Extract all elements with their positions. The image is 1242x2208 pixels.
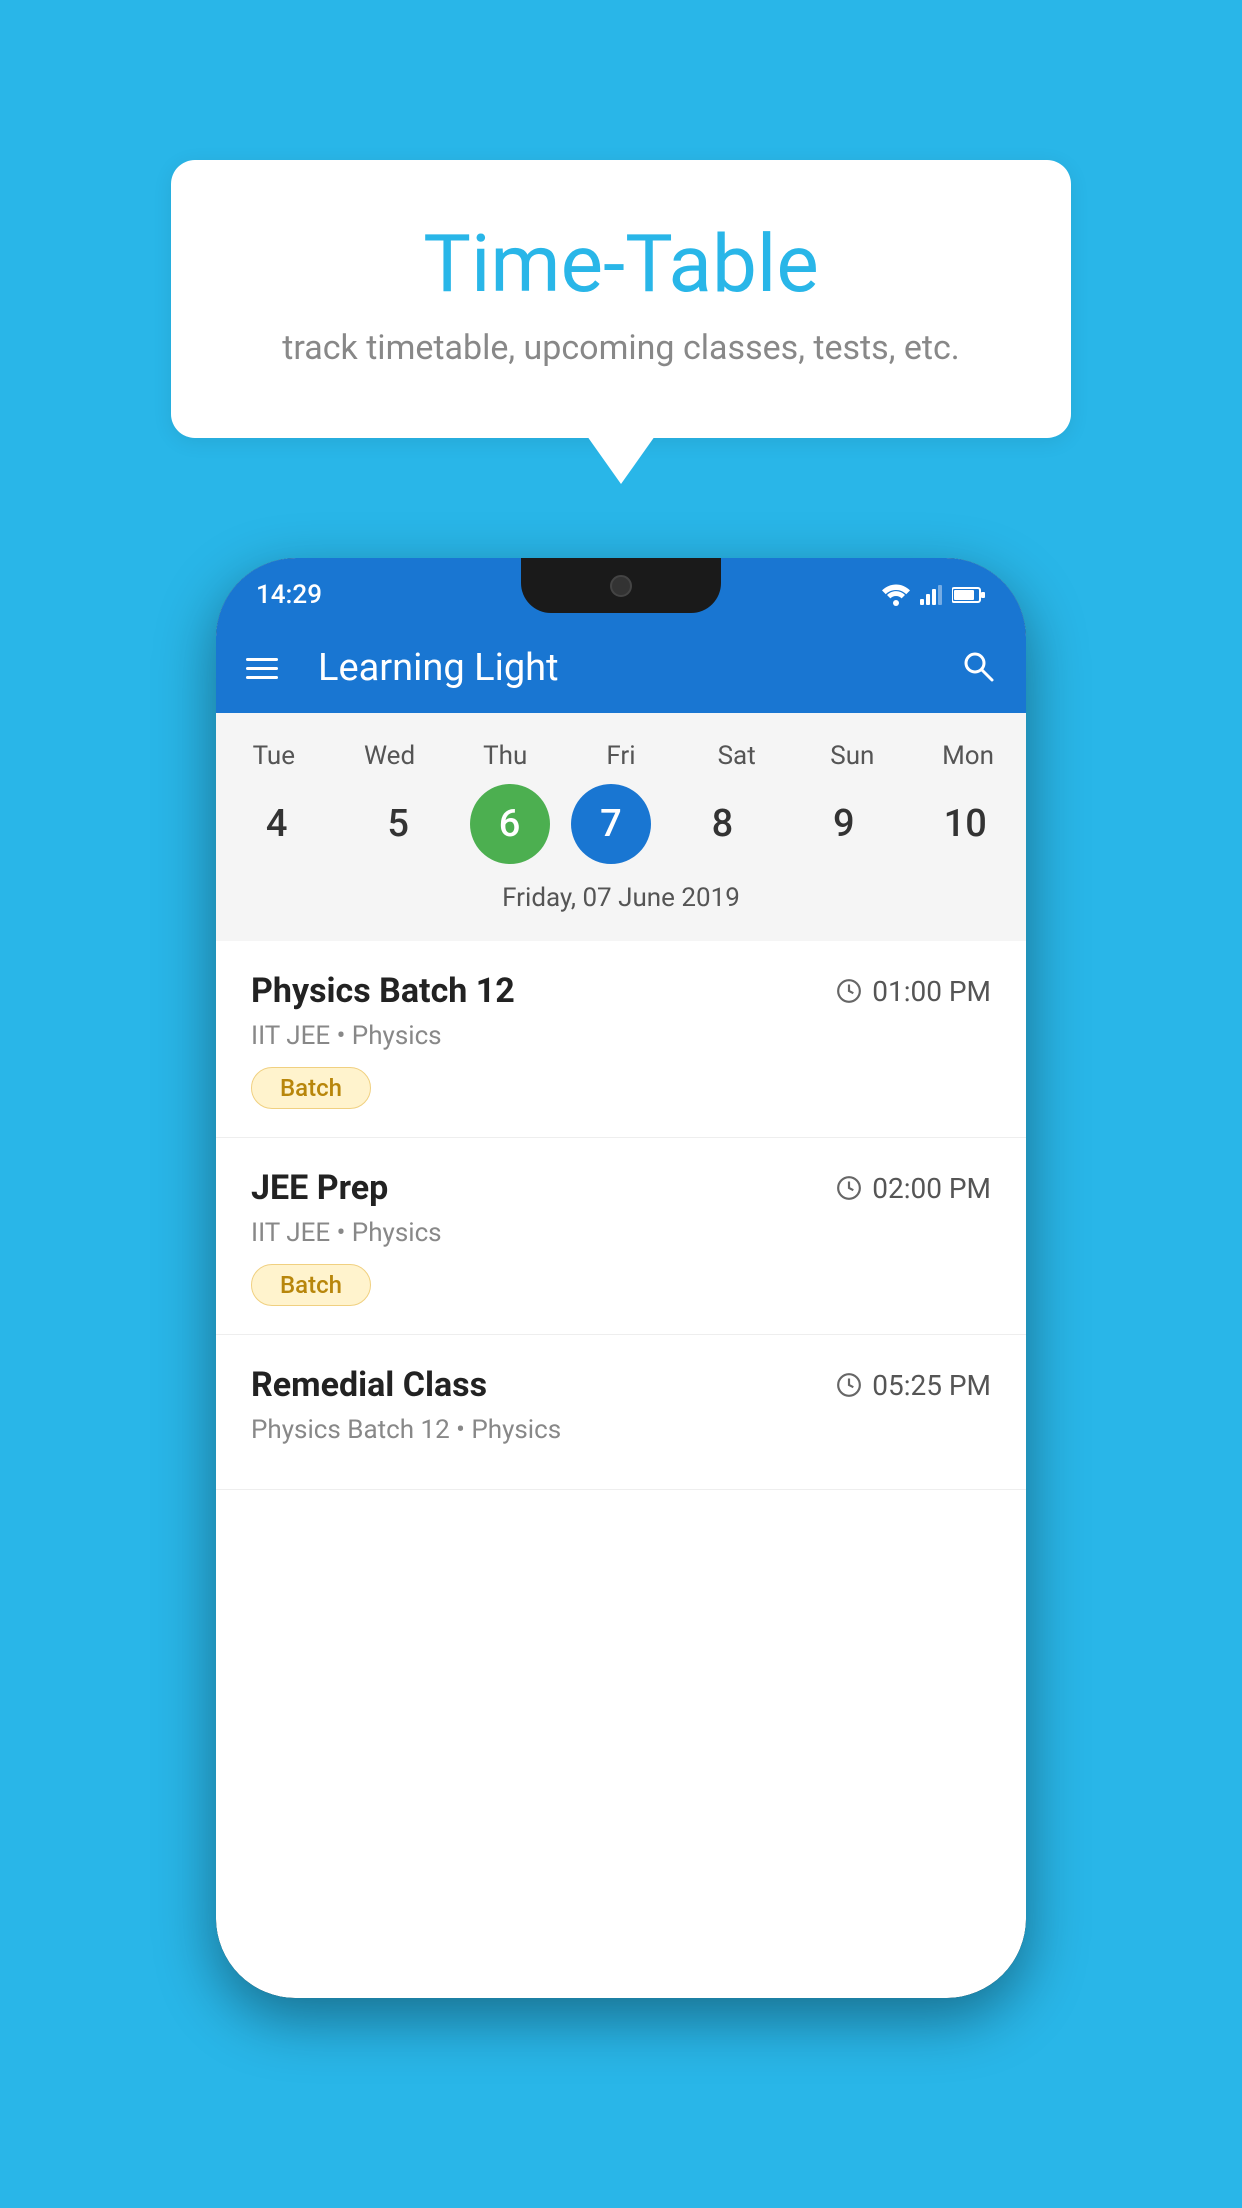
schedule-item-1[interactable]: Physics Batch 12 01:00 PM IIT JEE • Phys… <box>216 941 1026 1138</box>
day-sat: Sat <box>687 733 787 779</box>
schedule-item-3-header: Remedial Class 05:25 PM <box>251 1365 991 1405</box>
schedule-item-2-time-text: 02:00 PM <box>872 1172 991 1205</box>
calendar-strip: Tue Wed Thu Fri Sat Sun Mon 4 5 6 7 8 9 … <box>216 713 1026 941</box>
tooltip-subtitle: track timetable, upcoming classes, tests… <box>251 328 991 368</box>
phone-screen: 14:29 <box>216 558 1026 1998</box>
wifi-icon <box>882 584 910 606</box>
status-icons <box>882 584 986 606</box>
schedule-item-1-header: Physics Batch 12 01:00 PM <box>251 971 991 1011</box>
clock-icon-1 <box>836 978 862 1004</box>
day-thu: Thu <box>455 733 555 779</box>
day-tue: Tue <box>224 733 324 779</box>
schedule-item-2-title: JEE Prep <box>251 1168 388 1208</box>
schedule-item-1-time-text: 01:00 PM <box>872 975 991 1008</box>
signal-icon <box>920 585 942 605</box>
status-time: 14:29 <box>256 580 322 610</box>
day-mon: Mon <box>918 733 1018 779</box>
schedule-item-3-time: 05:25 PM <box>836 1369 991 1402</box>
day-sun: Sun <box>802 733 902 779</box>
tooltip-title: Time-Table <box>251 220 991 308</box>
schedule-item-2-header: JEE Prep 02:00 PM <box>251 1168 991 1208</box>
schedule-item-3-subtitle: Physics Batch 12 • Physics <box>251 1415 991 1445</box>
date-6-today[interactable]: 6 <box>470 784 550 864</box>
hamburger-menu-icon[interactable] <box>246 658 278 679</box>
day-row: Tue Wed Thu Fri Sat Sun Mon <box>216 733 1026 779</box>
clock-icon-3 <box>836 1372 862 1398</box>
battery-icon <box>952 586 986 604</box>
schedule-item-2-tag: Batch <box>251 1264 371 1306</box>
clock-icon-2 <box>836 1175 862 1201</box>
notch <box>521 558 721 613</box>
schedule-item-1-title: Physics Batch 12 <box>251 971 515 1011</box>
selected-date-label: Friday, 07 June 2019 <box>216 869 1026 931</box>
schedule-item-1-subtitle: IIT JEE • Physics <box>251 1021 991 1051</box>
schedule-item-1-tag: Batch <box>251 1067 371 1109</box>
date-9[interactable]: 9 <box>794 779 894 869</box>
schedule-item-2-time: 02:00 PM <box>836 1172 991 1205</box>
schedule-item-3[interactable]: Remedial Class 05:25 PM Physics Batch 12… <box>216 1335 1026 1490</box>
schedule-item-3-time-text: 05:25 PM <box>872 1369 991 1402</box>
schedule-item-1-time: 01:00 PM <box>836 975 991 1008</box>
date-5[interactable]: 5 <box>348 779 448 869</box>
schedule-item-2[interactable]: JEE Prep 02:00 PM IIT JEE • Physics Batc… <box>216 1138 1026 1335</box>
schedule-item-3-title: Remedial Class <box>251 1365 487 1405</box>
date-4[interactable]: 4 <box>227 779 327 869</box>
day-wed: Wed <box>340 733 440 779</box>
search-icon[interactable] <box>960 648 996 688</box>
schedule-list: Physics Batch 12 01:00 PM IIT JEE • Phys… <box>216 941 1026 1998</box>
date-7-selected[interactable]: 7 <box>571 784 651 864</box>
app-title: Learning Light <box>318 646 930 690</box>
phone-mockup: 14:29 <box>216 558 1026 1998</box>
app-bar: Learning Light <box>216 623 1026 713</box>
schedule-item-2-subtitle: IIT JEE • Physics <box>251 1218 991 1248</box>
date-row: 4 5 6 7 8 9 10 <box>216 779 1026 869</box>
date-8[interactable]: 8 <box>672 779 772 869</box>
tooltip-card: Time-Table track timetable, upcoming cla… <box>171 160 1071 438</box>
phone-frame: 14:29 <box>216 558 1026 1998</box>
day-fri: Fri <box>571 733 671 779</box>
date-10[interactable]: 10 <box>915 779 1015 869</box>
camera <box>610 575 632 597</box>
